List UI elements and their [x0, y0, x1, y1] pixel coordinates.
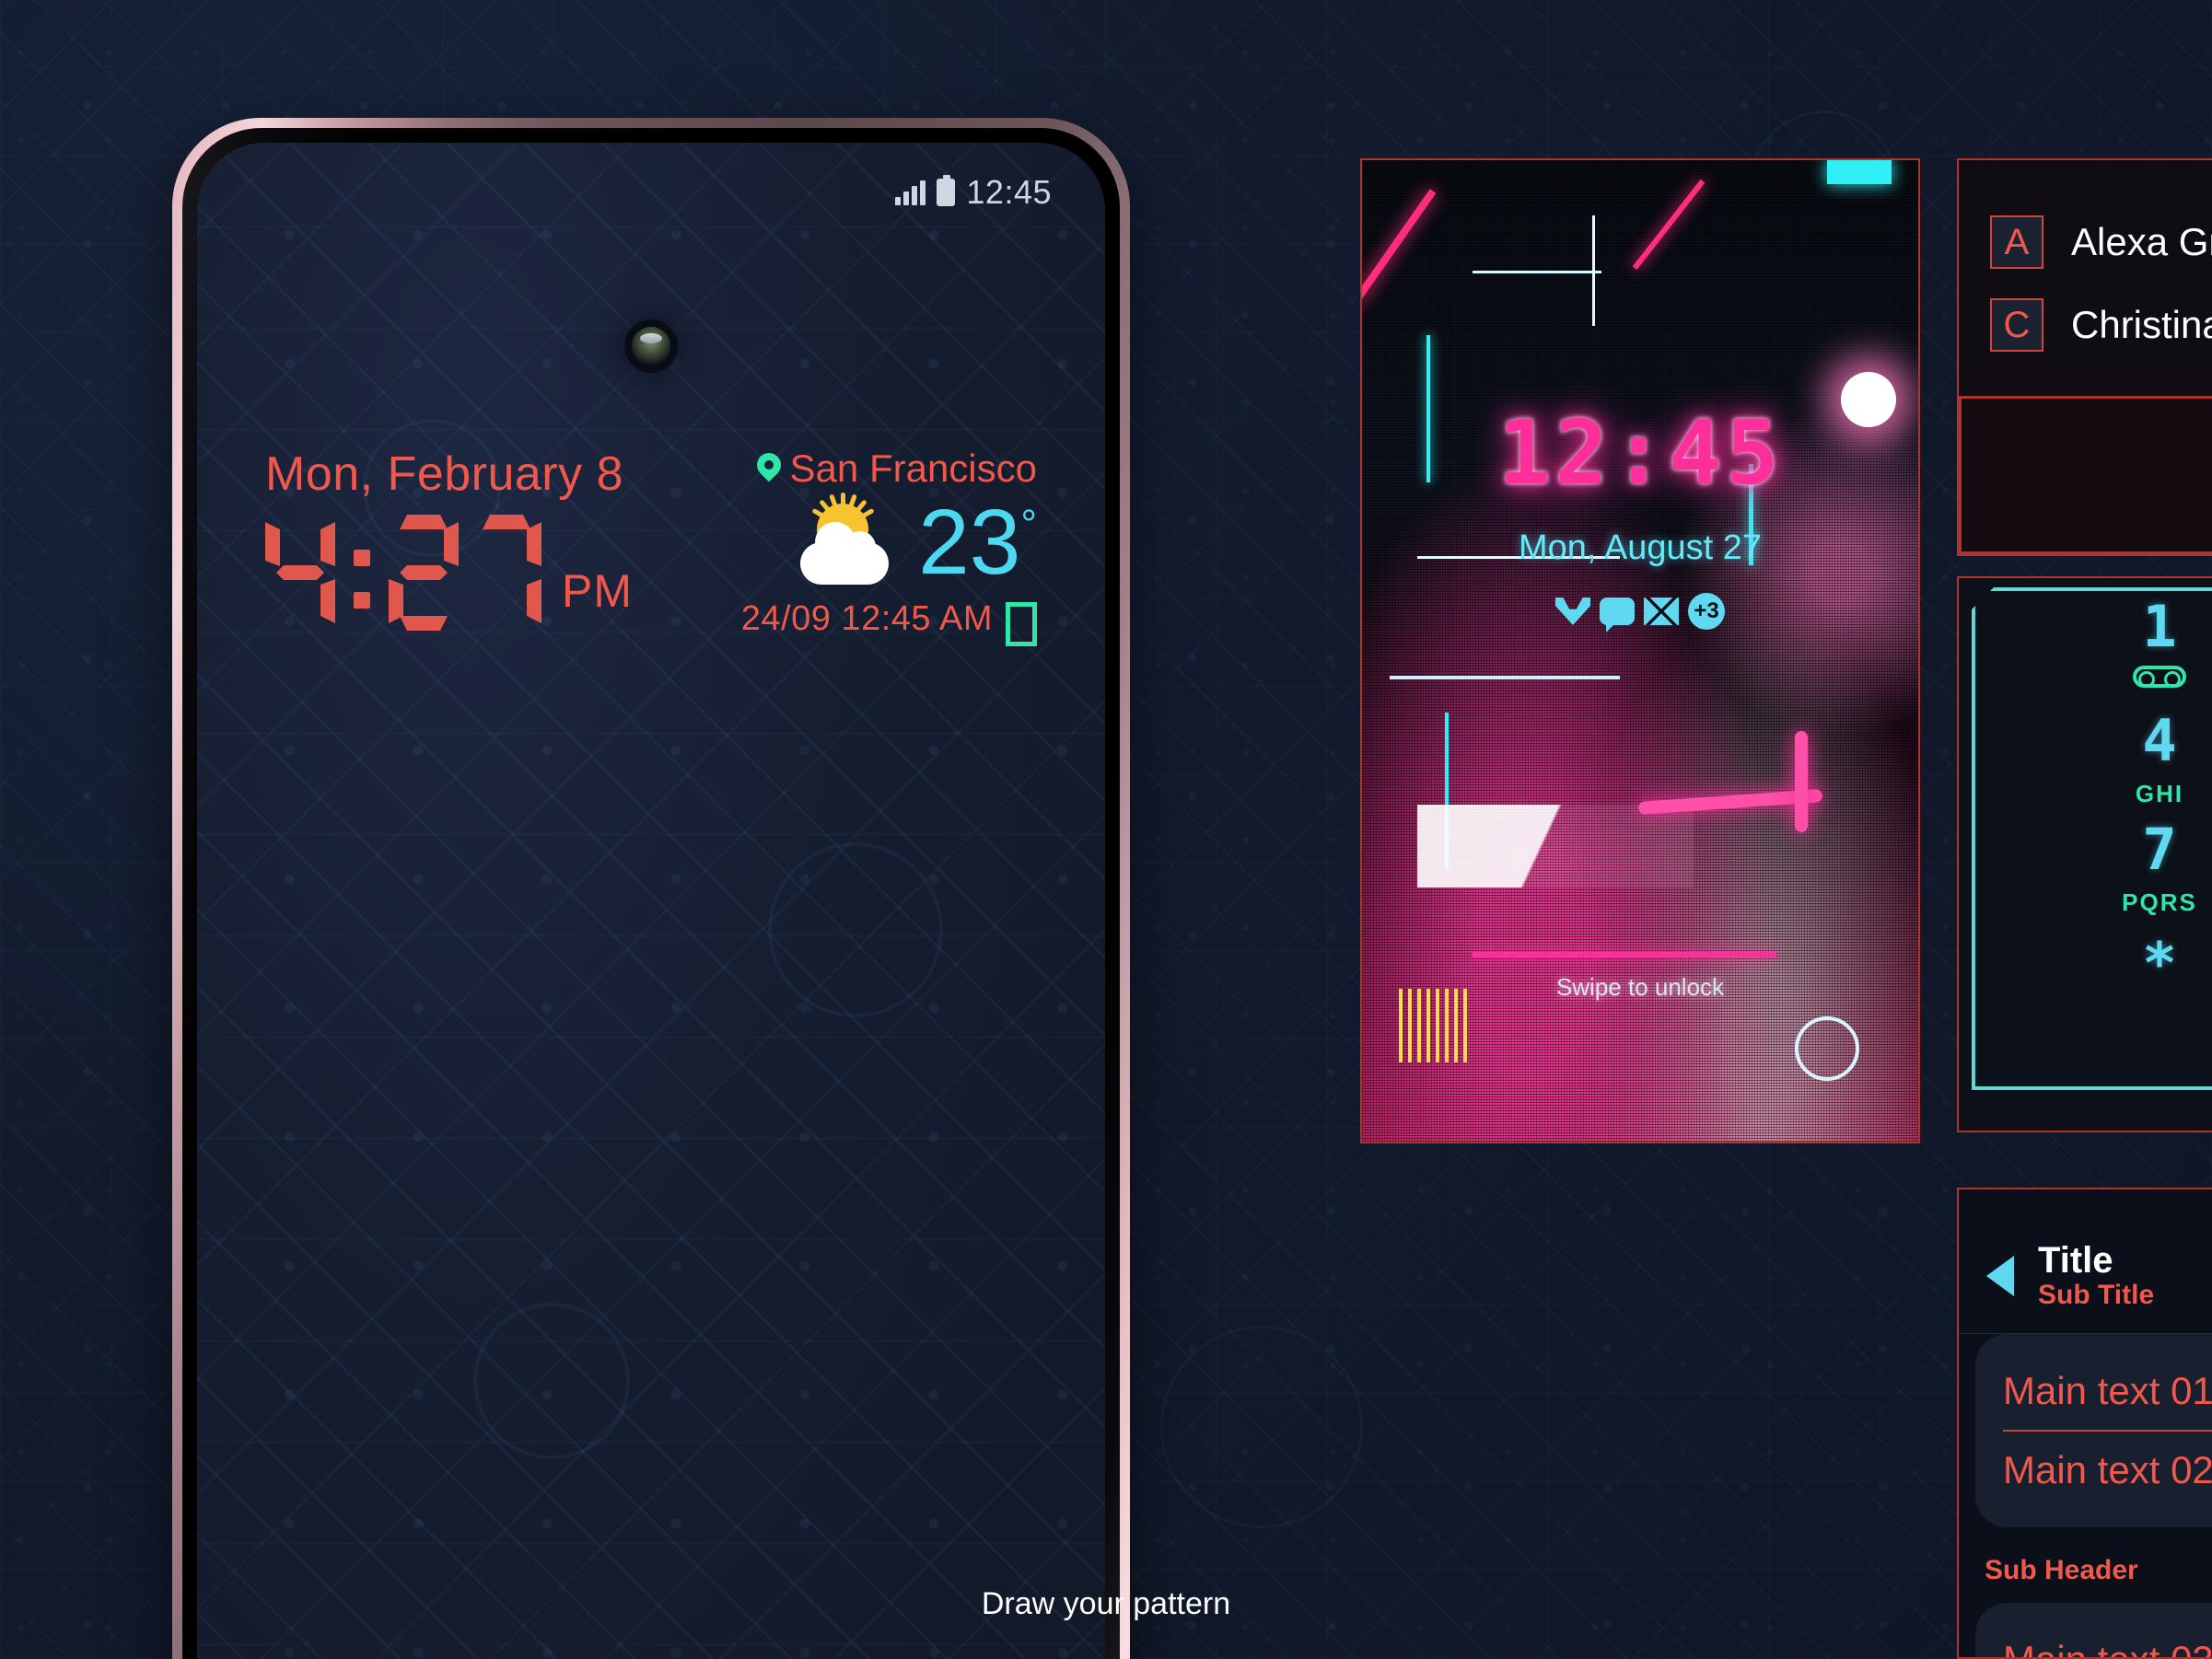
- location-pin-icon: [757, 453, 781, 484]
- contacts-panel[interactable]: A Alexa Green C Christina A: [1957, 158, 2212, 556]
- keypad-letters: GHI: [2135, 780, 2184, 807]
- keypad-key-1[interactable]: 1: [1959, 593, 2212, 688]
- voicemail-icon: [2133, 666, 2186, 688]
- list-item[interactable]: Main text 02: [2003, 1435, 2212, 1505]
- keypad-key-7[interactable]: 7 PQRS: [1959, 816, 2212, 917]
- keypad-number: 1: [2142, 593, 2177, 660]
- phone-screen[interactable]: 12:45 Mon, February 8 PM San Francisco 2…: [197, 143, 1105, 1659]
- weather-location: San Francisco: [789, 447, 1037, 490]
- phone-bezel: 12:45 Mon, February 8 PM San Francisco 2…: [182, 128, 1120, 1659]
- pattern-instruction-label: Draw your pattern: [981, 1586, 1231, 1621]
- bg-blob: [1160, 1326, 1363, 1528]
- wallpaper-blob: [768, 842, 943, 1017]
- digital-clock: PM: [265, 515, 633, 631]
- avatar: A: [1990, 215, 2043, 269]
- signal-bars-icon: [895, 180, 926, 205]
- clock-colon: [348, 515, 376, 631]
- clock-digit-min-tens: [389, 515, 459, 631]
- dialer-keypad-panel[interactable]: 1 4 GHI 7 PQRS *: [1957, 576, 2212, 1132]
- list-item[interactable]: A Alexa Green: [1959, 201, 2212, 284]
- lockscreen-date: Mon, August 27: [1518, 528, 1763, 567]
- wallpaper-circuit: [197, 143, 1105, 1659]
- lockscreen-widgets: Mon, February 8 PM San Francisco 23 ° 24…: [197, 447, 1105, 646]
- sun-behind-cloud-icon: [791, 493, 898, 588]
- status-bar-time: 12:45: [966, 173, 1052, 211]
- keypad-key-star[interactable]: *: [1959, 930, 2212, 997]
- alarm-brackets-icon: [1006, 601, 1037, 646]
- dialer-display: [1959, 396, 2212, 554]
- clock-date: Mon, February 8: [265, 447, 623, 501]
- missed-call-icon[interactable]: [1555, 597, 1590, 625]
- sub-header: Sub Header: [1985, 1555, 2138, 1585]
- page-subtitle: Sub Title: [2038, 1280, 2155, 1310]
- list-item[interactable]: C Christina A: [1959, 284, 2212, 366]
- alarm-row[interactable]: 24/09 12:45 AM: [740, 599, 1037, 646]
- lockscreen-notification-icons[interactable]: +3: [1362, 593, 1918, 632]
- list-item[interactable]: Main text 03: [2003, 1625, 2212, 1657]
- swipe-to-unlock-hint[interactable]: Swipe to unlock: [1362, 973, 1918, 1002]
- list-panel[interactable]: Title Sub Title Main text 01 Main text 0…: [1957, 1188, 2212, 1659]
- list-card: Main text 03 Secondary text Secondary: [1975, 1603, 2212, 1657]
- keypad-number: 4: [2142, 707, 2177, 774]
- contact-name: Alexa Green: [2071, 220, 2212, 263]
- clock-digit-hour: [265, 515, 335, 631]
- weather-temp-row: 23 °: [741, 491, 1037, 594]
- mail-icon[interactable]: [1644, 597, 1679, 625]
- page-title: Title: [2038, 1240, 2113, 1281]
- weather-temp-value: 23: [918, 491, 1021, 594]
- avatar: C: [1990, 298, 2043, 352]
- phone-device-frame: 12:45 Mon, February 8 PM San Francisco 2…: [172, 118, 1130, 1659]
- divider: [2003, 1430, 2212, 1432]
- keypad-letters: PQRS: [2122, 888, 2197, 916]
- clock-widget[interactable]: Mon, February 8 PM: [265, 447, 633, 631]
- lockscreen-preview-panel[interactable]: 12:45 Mon, August 27 +3 Swipe to unlock: [1360, 158, 1920, 1143]
- lockscreen-time: 12:45: [1497, 401, 1783, 505]
- keypad-key-4[interactable]: 4 GHI: [1959, 707, 2212, 808]
- more-notifications-badge[interactable]: +3: [1688, 593, 1725, 630]
- status-bar: 12:45: [197, 165, 1105, 220]
- list-item[interactable]: Main text 01: [2003, 1356, 2212, 1426]
- weather-temperature: 23 °: [918, 491, 1037, 594]
- keypad-number: *: [2142, 930, 2177, 997]
- battery-icon: [937, 175, 956, 206]
- wallpaper-blob: [473, 1303, 630, 1459]
- clock-digit-min-ones: [472, 515, 541, 631]
- keypad-number: 7: [2142, 816, 2177, 883]
- weather-location-row: San Francisco: [741, 447, 1037, 491]
- weather-degree-symbol: °: [1020, 502, 1037, 547]
- message-icon[interactable]: [1600, 597, 1635, 632]
- clock-meridiem: PM: [562, 565, 633, 617]
- back-triangle-icon[interactable]: [1985, 1252, 2016, 1300]
- weather-widget[interactable]: San Francisco 23 ° 24/09 12:45 AM: [740, 447, 1037, 646]
- contact-name: Christina A: [2071, 303, 2212, 346]
- alarm-time: 24/09 12:45 AM: [740, 599, 993, 638]
- list-card: Main text 01 Main text 02: [1975, 1334, 2212, 1527]
- panel-header: Title Sub Title: [1959, 1189, 2212, 1311]
- keypad-action-row: [1959, 1131, 2212, 1132]
- front-camera-icon: [632, 327, 670, 365]
